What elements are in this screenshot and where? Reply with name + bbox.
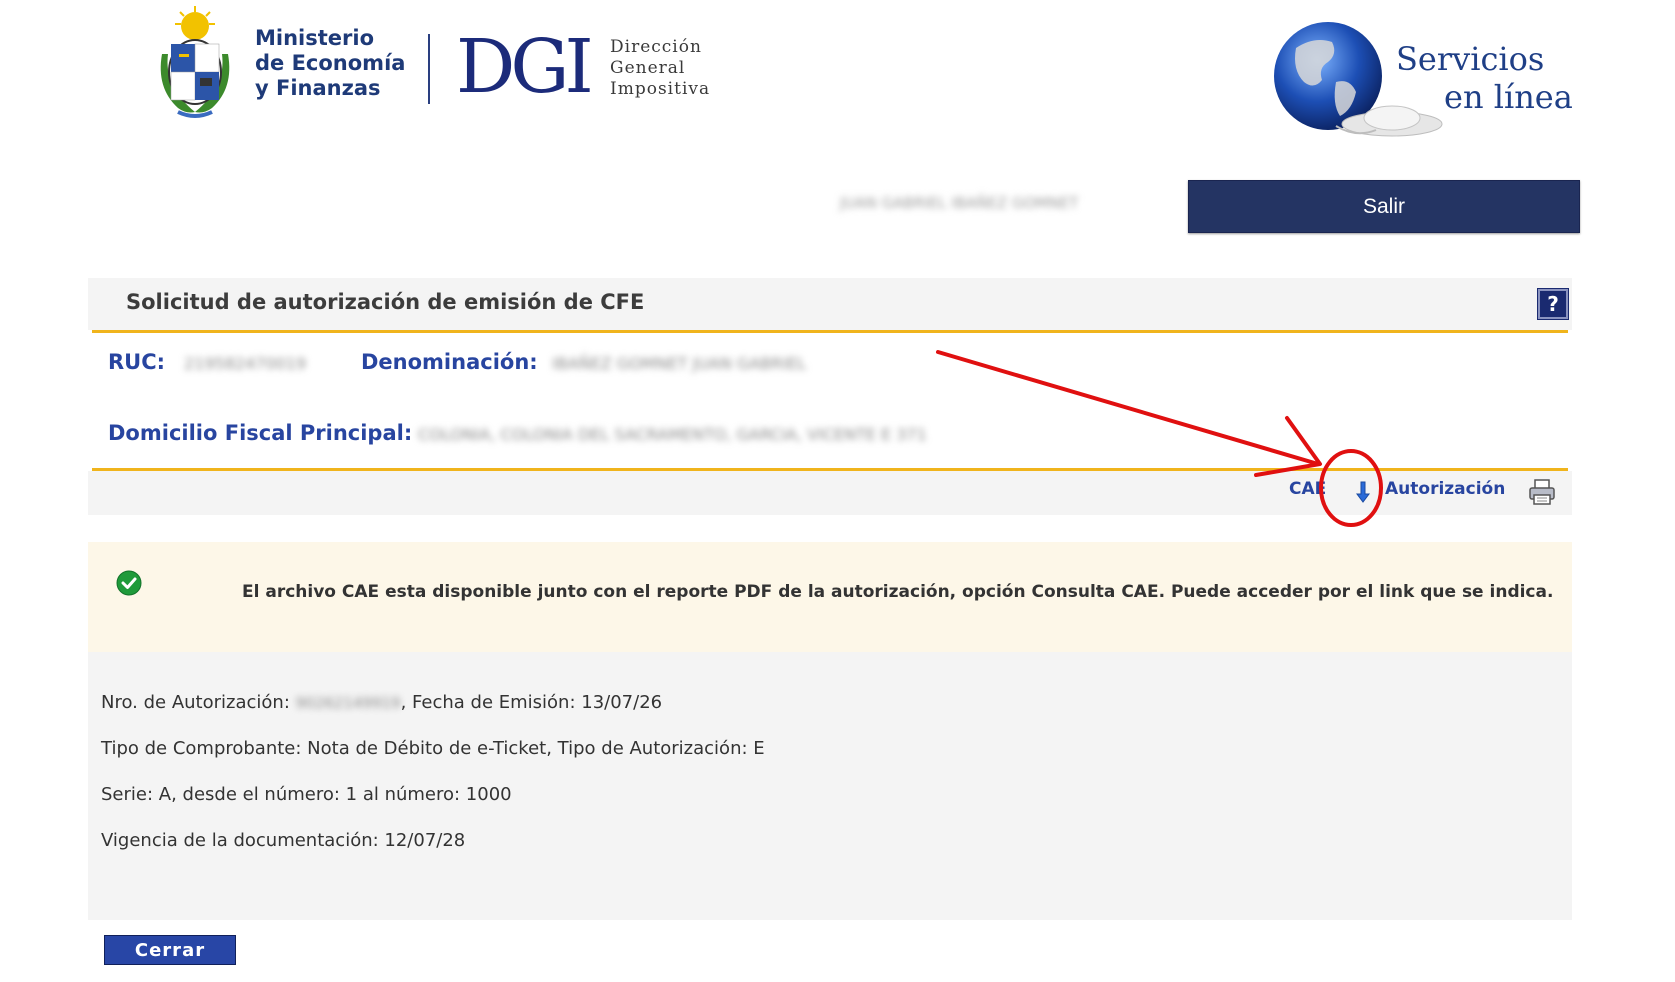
authorization-details: Nro. de Autorización: 90262149919, Fecha…	[88, 652, 1572, 920]
dgi-logo: DGI	[456, 24, 594, 110]
nro-label: Nro. de Autorización:	[101, 692, 296, 713]
ruc-value: 219582470019	[184, 354, 307, 373]
success-check-icon	[116, 570, 142, 596]
download-arrow-icon[interactable]	[1352, 480, 1374, 504]
nro-value: 90262149919	[295, 694, 401, 712]
page-title: Solicitud de autorización de emisión de …	[126, 290, 645, 314]
autorizacion-link[interactable]: Autorización	[1385, 479, 1505, 499]
dgi-sub-line-2: General	[610, 58, 686, 78]
fecha-emision: , Fecha de Emisión: 13/07/26	[400, 692, 663, 713]
ruc-label: RUC:	[108, 350, 166, 374]
header-divider	[428, 34, 430, 104]
close-button[interactable]: Cerrar	[104, 935, 236, 965]
denominacion-value: IBAÑEZ GOMNET JUAN GABRIEL	[552, 354, 807, 373]
ministry-line-3: y Finanzas	[255, 76, 381, 100]
dgi-sub-line-3: Impositiva	[610, 79, 711, 99]
success-message-text: El archivo CAE esta disponible junto con…	[242, 582, 1554, 602]
download-toolbar	[88, 471, 1572, 515]
domicilio-label: Domicilio Fiscal Principal:	[108, 421, 413, 445]
ministry-seal-icon	[160, 6, 230, 118]
ministry-line-1: Ministerio	[255, 26, 375, 50]
servicios-en-linea-logo: Servicios en línea	[1396, 40, 1573, 116]
page-root: Ministerio de Economía y Finanzas DGI Di…	[0, 0, 1675, 982]
panel-title-bar: Solicitud de autorización de emisión de …	[88, 278, 1572, 330]
print-icon[interactable]	[1528, 478, 1556, 506]
header-rule-top	[92, 330, 1568, 333]
success-message: El archivo CAE esta disponible junto con…	[88, 542, 1572, 652]
servicios-line-2: en línea	[1444, 78, 1573, 116]
logout-button[interactable]: Salir	[1188, 180, 1580, 233]
authorization-panel: Solicitud de autorización de emisión de …	[88, 278, 1572, 982]
servicios-line-1: Servicios	[1396, 40, 1545, 78]
denominacion-label: Denominación:	[361, 350, 538, 374]
detail-nro-autorizacion: Nro. de Autorización: 90262149919, Fecha…	[101, 692, 662, 713]
dgi-subtitle: Dirección General Impositiva	[610, 37, 710, 100]
dgi-sub-line-1: Dirección	[610, 37, 702, 57]
detail-serie: Serie: A, desde el número: 1 al número: …	[101, 784, 512, 805]
user-name: JUAN GABRIEL IBAÑEZ GOMNET	[840, 194, 1079, 212]
domicilio-value: COLONIA, COLONIA DEL SACRAMENTO, GARCIA,…	[418, 425, 927, 444]
detail-tipo-comprobante: Tipo de Comprobante: Nota de Débito de e…	[101, 738, 765, 759]
ministry-name: Ministerio de Economía y Finanzas	[255, 26, 405, 101]
help-button[interactable]: ?	[1537, 288, 1569, 320]
ministry-line-2: de Economía	[255, 51, 406, 75]
detail-vigencia: Vigencia de la documentación: 12/07/28	[101, 830, 466, 851]
cae-download-link[interactable]: CAE	[1289, 479, 1326, 499]
